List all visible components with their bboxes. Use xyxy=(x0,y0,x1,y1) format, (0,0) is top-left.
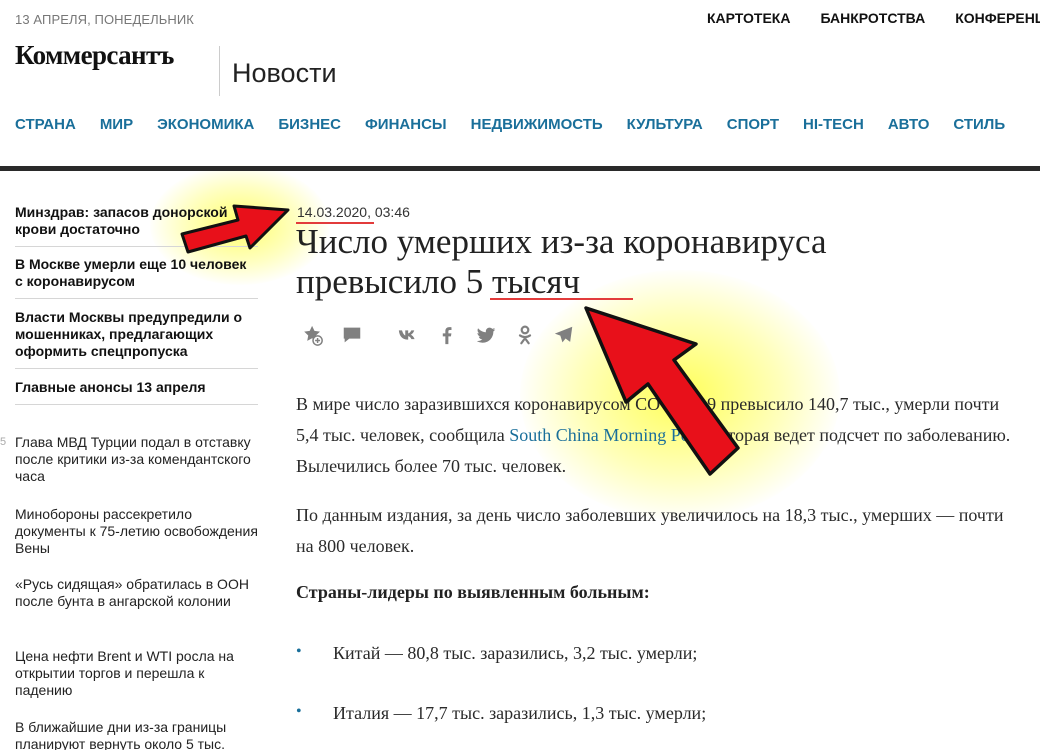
nav-item-kultura[interactable]: КУЛЬТУРА xyxy=(627,116,703,133)
header-date: 13 АПРЕЛЯ, ПОНЕДЕЛЬНИК xyxy=(15,12,194,27)
top-links: КАРТОТЕКА БАНКРОТСТВА КОНФЕРЕНЦИИ xyxy=(707,10,1040,26)
top-story-item[interactable]: В Москве умерли еще 10 человек с коронав… xyxy=(15,256,258,290)
vk-icon[interactable] xyxy=(395,322,421,348)
nav-item-sport[interactable]: СПОРТ xyxy=(727,116,779,133)
article-time: , 03:46 xyxy=(367,204,410,220)
nav-item-hitech[interactable]: HI-TECH xyxy=(803,116,864,133)
twitter-icon[interactable] xyxy=(473,322,499,348)
news-item[interactable]: «Русь сидящая» обратилась в ООН после бу… xyxy=(15,576,258,610)
logo-divider xyxy=(219,46,220,96)
main-nav: СТРАНА МИР ЭКОНОМИКА БИЗНЕС ФИНАНСЫ НЕДВ… xyxy=(15,116,1029,133)
nav-item-strana[interactable]: СТРАНА xyxy=(15,116,76,133)
news-item[interactable]: Цена нефти Brent и WTI росла на открытии… xyxy=(15,648,258,699)
top-story-item[interactable]: Власти Москвы предупредили о мошенниках,… xyxy=(15,309,258,360)
article-paragraph: В мире число заразившихся коронавирусом … xyxy=(296,389,1016,482)
news-time-fragment: 5 xyxy=(0,436,7,448)
favorite-add-icon[interactable] xyxy=(300,322,326,348)
top-story-item[interactable]: Главные анонсы 13 апреля xyxy=(15,379,258,396)
site-logo[interactable]: Коммерсантъ xyxy=(15,40,174,71)
divider xyxy=(15,404,258,405)
facebook-icon[interactable] xyxy=(434,322,460,348)
top-link-konferentsii[interactable]: КОНФЕРЕНЦИИ xyxy=(955,10,1040,26)
article-date: 14.03.2020, 03:46 xyxy=(297,204,410,220)
list-item-text: Италия — 17,7 тыс. заразились, 1,3 тыс. … xyxy=(333,703,707,723)
article-subheading: Страны-лидеры по выявленным больным: xyxy=(296,582,650,602)
divider xyxy=(15,298,258,299)
nav-item-finansy[interactable]: ФИНАНСЫ xyxy=(365,116,447,133)
bullet-dot: • xyxy=(296,643,302,660)
header-divider xyxy=(0,166,1040,171)
nav-item-mir[interactable]: МИР xyxy=(100,116,133,133)
top-link-kartoteka[interactable]: КАРТОТЕКА xyxy=(707,10,790,26)
nav-item-biznes[interactable]: БИЗНЕС xyxy=(278,116,341,133)
nav-item-avto[interactable]: АВТО xyxy=(888,116,930,133)
bullet-dot: • xyxy=(296,703,302,720)
telegram-icon[interactable] xyxy=(551,322,577,348)
divider xyxy=(15,246,258,247)
nav-item-stil[interactable]: СТИЛЬ xyxy=(953,116,1005,133)
article-paragraph: По данным издания, за день число заболев… xyxy=(296,505,1004,556)
share-bar xyxy=(300,322,590,348)
news-item[interactable]: Минобороны рассекретило документы к 75-л… xyxy=(15,506,258,557)
section-title[interactable]: Новости xyxy=(232,58,337,89)
comment-icon[interactable] xyxy=(339,322,365,348)
news-item[interactable]: Глава МВД Турции подал в отставку после … xyxy=(15,434,258,485)
top-story-item[interactable]: Минздрав: запасов донорской крови достат… xyxy=(15,204,258,238)
headline-annotation-underline xyxy=(490,298,633,300)
divider xyxy=(15,368,258,369)
nav-item-nedvizhimost[interactable]: НЕДВИЖИМОСТЬ xyxy=(471,116,603,133)
source-link[interactable]: South China Morning Post xyxy=(509,425,702,445)
nav-item-ekonomika[interactable]: ЭКОНОМИКА xyxy=(157,116,254,133)
news-item[interactable]: В ближайшие дни из-за границы планируют … xyxy=(15,719,258,750)
odnoklassniki-icon[interactable] xyxy=(512,322,538,348)
top-link-bankrotstva[interactable]: БАНКРОТСТВА xyxy=(820,10,925,26)
article-date-day: 14.03.2020 xyxy=(297,204,368,220)
article-headline: Число умерших из-за коронавируса превыси… xyxy=(296,222,827,301)
list-item-text: Китай — 80,8 тыс. заразились, 3,2 тыс. у… xyxy=(333,643,698,663)
